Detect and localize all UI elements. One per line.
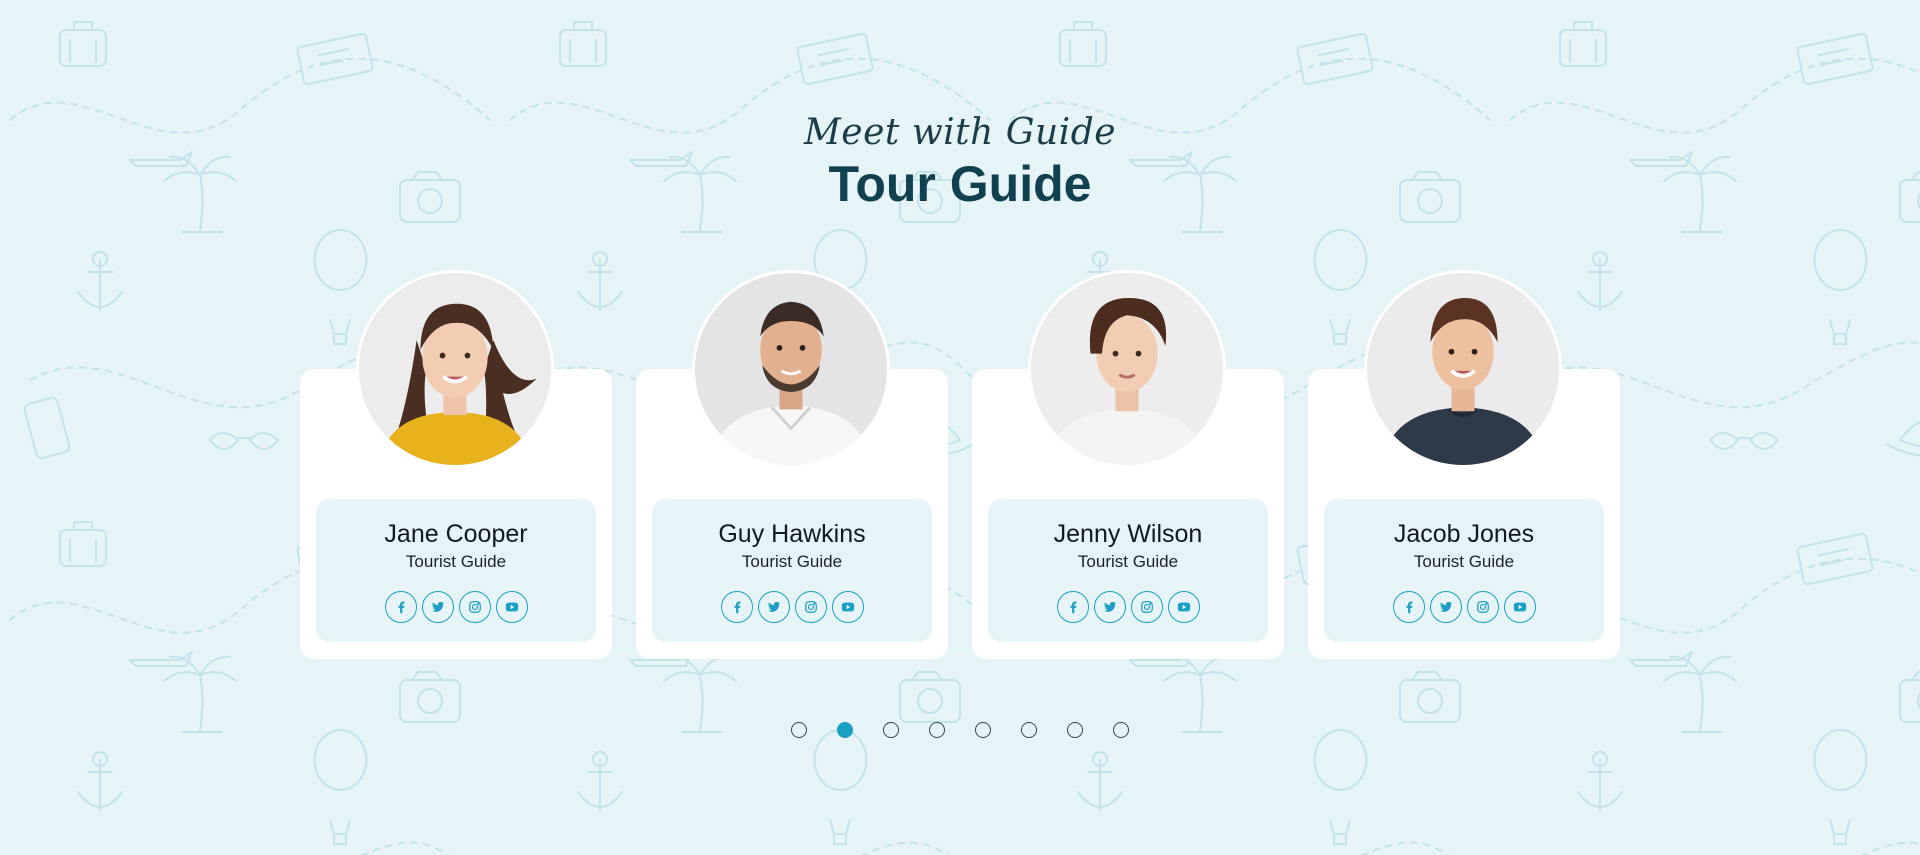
- social-links: [652, 591, 932, 623]
- carousel-pagination: [0, 722, 1920, 738]
- guide-photo: [1364, 270, 1562, 468]
- instagram-icon[interactable]: [1130, 591, 1163, 623]
- guide-name: Jenny Wilson: [1053, 520, 1203, 548]
- guide-photo: [1028, 270, 1226, 468]
- facebook-icon[interactable]: [1392, 591, 1425, 623]
- guide-role: Tourist Guide: [1077, 552, 1179, 571]
- twitter-icon[interactable]: [757, 591, 790, 623]
- guide-info-panel: Guy Hawkins Tourist Guide: [652, 499, 932, 642]
- guide-info-panel: Jacob Jones Tourist Guide: [1324, 499, 1604, 642]
- guide-info-panel: Jenny Wilson Tourist Guide: [988, 499, 1268, 642]
- facebook-icon[interactable]: [720, 591, 753, 623]
- section-title: Tour Guide: [828, 156, 1092, 212]
- section-header: Meet with Guide Tour Guide: [0, 112, 1920, 212]
- guide-photo: [356, 270, 554, 468]
- social-links: [1324, 591, 1604, 623]
- guide-name: Guy Hawkins: [718, 520, 866, 548]
- youtube-icon[interactable]: [1167, 591, 1200, 623]
- pagination-dot[interactable]: [1067, 722, 1083, 738]
- social-links: [316, 591, 596, 623]
- guide-name: Jacob Jones: [1393, 520, 1535, 548]
- social-links: [988, 591, 1268, 623]
- instagram-icon[interactable]: [794, 591, 827, 623]
- guide-info-panel: Jane Cooper Tourist Guide: [316, 499, 596, 642]
- guide-role: Tourist Guide: [405, 552, 507, 571]
- pagination-dot[interactable]: [1021, 722, 1037, 738]
- youtube-icon[interactable]: [831, 591, 864, 623]
- guide-photo: [692, 270, 890, 468]
- guide-name: Jane Cooper: [384, 520, 528, 548]
- twitter-icon[interactable]: [1093, 591, 1126, 623]
- twitter-icon[interactable]: [1429, 591, 1462, 623]
- guide-role: Tourist Guide: [1413, 552, 1515, 571]
- section-subtitle: Meet with Guide: [803, 112, 1117, 153]
- instagram-icon[interactable]: [458, 591, 491, 623]
- guide-role: Tourist Guide: [741, 552, 843, 571]
- pagination-dot[interactable]: [1113, 722, 1129, 738]
- pagination-dot[interactable]: [837, 722, 853, 738]
- pagination-dot[interactable]: [791, 722, 807, 738]
- youtube-icon[interactable]: [1503, 591, 1536, 623]
- instagram-icon[interactable]: [1466, 591, 1499, 623]
- pagination-dot[interactable]: [929, 722, 945, 738]
- pagination-dot[interactable]: [975, 722, 991, 738]
- facebook-icon[interactable]: [384, 591, 417, 623]
- youtube-icon[interactable]: [495, 591, 528, 623]
- facebook-icon[interactable]: [1056, 591, 1089, 623]
- twitter-icon[interactable]: [421, 591, 454, 623]
- pagination-dot[interactable]: [883, 722, 899, 738]
